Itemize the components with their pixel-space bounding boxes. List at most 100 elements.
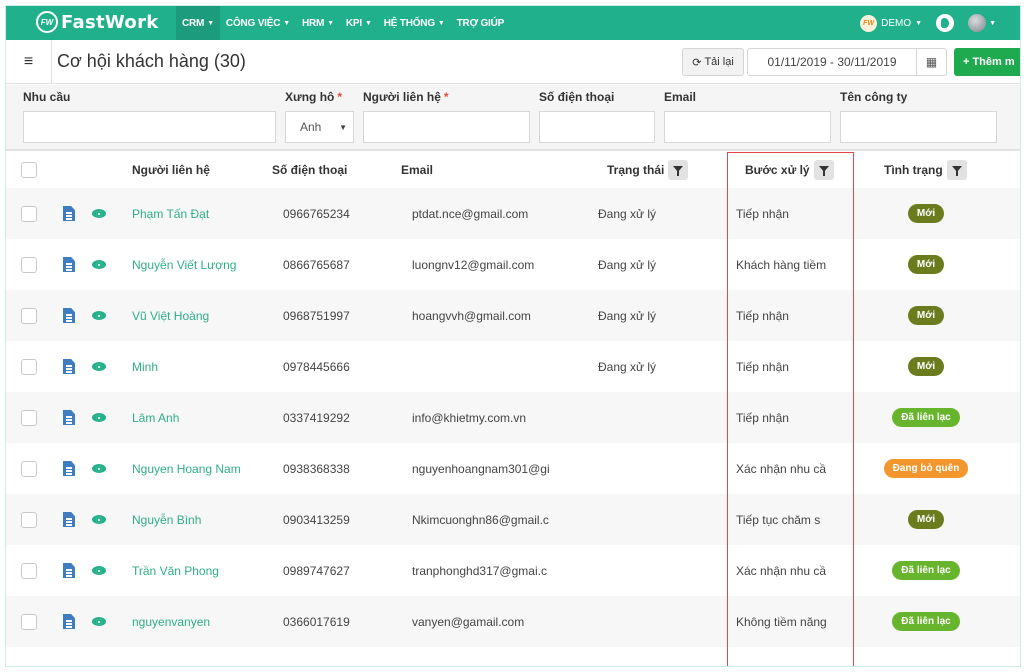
contact-name-link[interactable]: Phạm Tấn Đạt [132, 188, 267, 239]
document-icon[interactable] [63, 461, 75, 476]
document-icon[interactable] [63, 512, 75, 527]
contact-name-link[interactable]: Nguyễn Viết Lượng [132, 239, 267, 290]
need-input[interactable] [23, 111, 276, 143]
table-row[interactable]: Nguyễn Bình 0903413259 Nkimcuonghn86@gma… [6, 494, 1020, 545]
col-status: Tình trạng [884, 152, 967, 188]
eye-icon[interactable] [92, 515, 106, 524]
chevron-down-icon: ▼ [339, 122, 347, 132]
row-checkbox[interactable] [21, 256, 37, 273]
contact-input[interactable] [363, 111, 530, 143]
col-state: Trạng thái [607, 152, 689, 188]
brand[interactable]: FW FastWork [36, 11, 159, 33]
row-checkbox[interactable] [21, 358, 37, 375]
calendar-icon[interactable]: ▦ [916, 49, 946, 75]
table-row[interactable]: Lâm Anh 0337419292 info@khietmy.com.vn T… [6, 392, 1020, 443]
nav-item-3[interactable]: KPI ▼ [340, 6, 378, 40]
salutation-select[interactable]: Anh ▼ [285, 111, 354, 143]
eye-icon[interactable] [92, 464, 106, 473]
add-opportunity-button[interactable]: + Thêm m [954, 48, 1020, 76]
email-input[interactable] [664, 111, 831, 143]
nav-item-4[interactable]: HỆ THỐNG ▼ [378, 6, 451, 40]
nav-item-0[interactable]: CRM ▼ [176, 6, 220, 40]
date-range-input[interactable]: 01/11/2019 - 30/11/2019 [748, 49, 916, 75]
row-checkbox[interactable] [21, 409, 37, 426]
table-row[interactable]: Vũ Việt Hoàng 0968751997 hoangvvh@gmail.… [6, 290, 1020, 341]
phone-input[interactable] [539, 111, 655, 143]
row-checkbox[interactable] [21, 511, 37, 528]
email-label: Email [664, 90, 697, 104]
status-badge: Mới [907, 255, 945, 274]
detail-cell [63, 443, 75, 494]
globe-icon[interactable] [936, 14, 955, 32]
row-select-cell [21, 392, 37, 443]
document-icon[interactable] [63, 614, 75, 629]
eye-icon[interactable] [92, 413, 106, 422]
contact-name-link[interactable]: Minh [132, 341, 267, 392]
chevron-down-icon: ▼ [327, 19, 334, 27]
view-cell [92, 290, 106, 341]
eye-icon[interactable] [92, 260, 106, 269]
eye-icon[interactable] [92, 362, 106, 371]
document-icon[interactable] [63, 308, 75, 323]
row-checkbox[interactable] [21, 307, 37, 324]
row-checkbox[interactable] [21, 613, 37, 630]
phone-cell: 0938368338 [283, 461, 350, 476]
date-range-picker[interactable]: 01/11/2019 - 30/11/2019 ▦ [747, 48, 947, 76]
state-cell [598, 545, 708, 596]
nav-item-1[interactable]: CÔNG VIỆC ▼ [220, 6, 296, 40]
contact-name-link[interactable]: nguyenvanyen [132, 596, 267, 647]
document-icon[interactable] [63, 206, 75, 221]
email-cell: tranphonghd317@gmai.c [412, 563, 547, 578]
table-row[interactable]: Phạm Tấn Đạt 0966765234 ptdat.nce@gmail.… [6, 188, 1020, 239]
table-row[interactable]: Nguyễn Viết Lượng 0866765687 luongnv12@g… [6, 239, 1020, 290]
row-checkbox[interactable] [21, 205, 37, 222]
table-row[interactable]: nguyenvanyen 0366017619 vanyen@gamail.co… [6, 596, 1020, 647]
user-menu[interactable]: ▼ [968, 14, 996, 32]
reload-button[interactable]: ⟳ Tải lại [682, 48, 744, 76]
table-row[interactable]: Minh 0978445666 Đang xử lý Tiếp nhận Mới [6, 341, 1020, 392]
state-cell: Đang xử lý [598, 206, 657, 221]
step-filter-button[interactable] [813, 160, 834, 180]
col-email[interactable]: Email [401, 152, 433, 188]
filter-icon [951, 165, 962, 176]
state-cell: Đang xử lý [598, 257, 657, 272]
col-phone[interactable]: Số điện thoại [272, 152, 347, 188]
row-select-cell [21, 443, 37, 494]
org-switcher[interactable]: FW DEMO ▼ [860, 14, 922, 32]
step-cell: Xác nhận nhu cầ [736, 563, 827, 578]
salutation-label: Xưng hô * [285, 90, 342, 104]
contact-name-link[interactable]: Trần Văn Phong [132, 545, 267, 596]
col-status-label[interactable]: Tình trạng [884, 163, 943, 177]
row-select-cell [21, 341, 37, 392]
status-cell: Mới [858, 290, 994, 341]
nav-item-2[interactable]: HRM ▼ [296, 6, 340, 40]
eye-icon[interactable] [92, 566, 106, 575]
status-badge: Mới [907, 510, 945, 529]
col-contact[interactable]: Người liên hệ [132, 152, 210, 188]
contact-name-link[interactable]: Nguyễn Bình [132, 494, 267, 545]
hamburger-menu-icon[interactable]: ≡ [6, 40, 52, 84]
view-cell [92, 443, 106, 494]
page-header: ≡ Cơ hội khách hàng (30) ⟳ Tải lại 01/11… [6, 40, 1020, 84]
contact-name-link[interactable]: Vũ Việt Hoàng [132, 290, 267, 341]
document-icon[interactable] [63, 359, 75, 374]
select-all-checkbox[interactable] [21, 162, 37, 178]
status-filter-button[interactable] [946, 160, 967, 180]
col-step-label[interactable]: Bước xử lý [745, 163, 810, 177]
contact-name-link[interactable]: Lâm Anh [132, 392, 267, 443]
eye-icon[interactable] [92, 311, 106, 320]
document-icon[interactable] [63, 410, 75, 425]
company-input[interactable] [840, 111, 997, 143]
table-row[interactable]: Trần Văn Phong 0989747627 tranphonghd317… [6, 545, 1020, 596]
contact-name-link[interactable]: Nguyen Hoang Nam [132, 443, 267, 494]
table-row[interactable]: Nguyen Hoang Nam 0938368338 nguyenhoangn… [6, 443, 1020, 494]
document-icon[interactable] [63, 257, 75, 272]
eye-icon[interactable] [92, 209, 106, 218]
row-checkbox[interactable] [21, 562, 37, 579]
state-filter-button[interactable] [668, 160, 689, 180]
row-checkbox[interactable] [21, 460, 37, 477]
eye-icon[interactable] [92, 617, 106, 626]
nav-item-5[interactable]: TRỢ GIÚP [451, 6, 511, 40]
document-icon[interactable] [63, 563, 75, 578]
col-state-label[interactable]: Trạng thái [607, 163, 664, 177]
